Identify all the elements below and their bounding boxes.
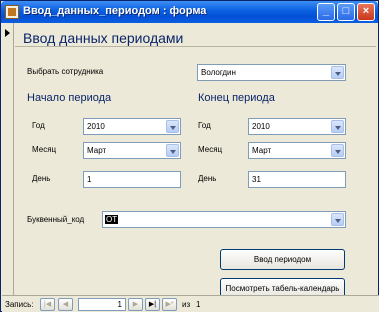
- new-record-button[interactable]: ▶*: [162, 298, 177, 311]
- end-day-label: День: [198, 174, 217, 183]
- employee-select[interactable]: Вологдин: [197, 64, 346, 81]
- end-day-input[interactable]: 31: [248, 171, 346, 188]
- next-record-button[interactable]: ▶: [128, 298, 143, 311]
- current-record-arrow-icon: [5, 29, 10, 37]
- record-selector[interactable]: [2, 23, 14, 295]
- record-navigation-bar: Запись: |◀ ◀ 1 ▶ ▶| ▶* из 1: [2, 295, 379, 312]
- window-title: Ввод_данных_периодом : форма: [23, 5, 207, 17]
- submit-period-button[interactable]: Ввод периодом: [220, 249, 345, 270]
- employee-value: Вологдин: [201, 68, 236, 77]
- end-year-value: 2010: [252, 122, 270, 131]
- start-period-heading: Начало периода: [27, 92, 112, 104]
- end-year-label: Год: [198, 121, 211, 130]
- end-day-value: 31: [252, 175, 261, 184]
- start-day-label: День: [32, 174, 51, 183]
- record-number-input[interactable]: 1: [78, 298, 126, 311]
- start-year-label: Год: [32, 121, 45, 130]
- last-record-button[interactable]: ▶|: [145, 298, 160, 311]
- maximize-button[interactable]: □: [337, 3, 355, 21]
- record-label: Запись:: [5, 300, 34, 309]
- title-bar[interactable]: Ввод_данных_периодом : форма _ □ ×: [1, 1, 378, 23]
- end-month-dropdown-button[interactable]: [331, 144, 344, 157]
- end-month-select[interactable]: Март: [248, 142, 346, 159]
- end-month-value: Март: [252, 146, 272, 155]
- form-window: Ввод_данных_периодом : форма _ □ × Ввод …: [0, 0, 379, 312]
- code-label: Буквенный_код: [27, 215, 85, 224]
- start-month-dropdown-button[interactable]: [166, 144, 179, 157]
- code-select[interactable]: ОТ: [102, 211, 346, 228]
- start-year-value: 2010: [87, 122, 105, 131]
- start-day-input[interactable]: 1: [83, 171, 181, 188]
- employee-label: Выбрать сотрудника: [27, 67, 104, 76]
- start-month-label: Месяц: [32, 145, 57, 154]
- code-value: ОТ: [105, 215, 119, 224]
- current-record-value: 1: [117, 300, 122, 309]
- form-body: Выбрать сотрудника Вологдин Начало перио…: [15, 48, 376, 299]
- end-year-dropdown-button[interactable]: [331, 120, 344, 133]
- end-period-heading: Конец периода: [198, 92, 275, 104]
- first-record-button[interactable]: |◀: [40, 298, 55, 311]
- end-month-label: Месяц: [198, 145, 223, 154]
- start-month-select[interactable]: Март: [83, 142, 181, 159]
- record-of-label: из: [182, 300, 191, 309]
- start-year-dropdown-button[interactable]: [166, 120, 179, 133]
- code-dropdown-button[interactable]: [331, 213, 344, 226]
- form-title: Ввод данных периодами: [23, 30, 184, 46]
- minimize-button[interactable]: _: [317, 3, 335, 21]
- employee-dropdown-button[interactable]: [331, 66, 344, 79]
- start-day-value: 1: [87, 175, 92, 184]
- close-button[interactable]: ×: [357, 3, 375, 21]
- previous-record-button[interactable]: ◀: [58, 298, 73, 311]
- start-month-value: Март: [87, 146, 107, 155]
- end-year-select[interactable]: 2010: [248, 118, 346, 135]
- form-header: Ввод данных периодами: [15, 23, 376, 47]
- start-year-select[interactable]: 2010: [83, 118, 181, 135]
- record-total: 1: [196, 300, 201, 309]
- form-icon: [5, 5, 19, 19]
